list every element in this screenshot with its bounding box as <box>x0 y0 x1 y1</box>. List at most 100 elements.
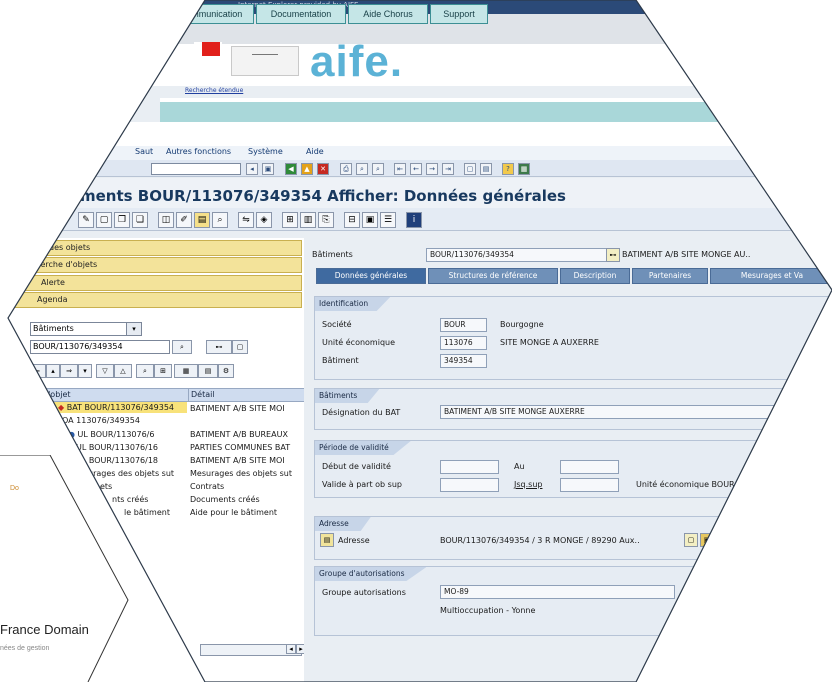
hierarchy-icon[interactable]: ⊟ <box>344 212 360 228</box>
menu-aide[interactable]: Aide <box>306 147 324 156</box>
structure-icon[interactable]: ⊞ <box>282 212 298 228</box>
table-row[interactable]: le bâtiment <box>124 507 170 518</box>
cancel-icon[interactable]: ✕ <box>317 163 329 175</box>
column-header-object[interactable]: m de l'objet <box>8 388 210 402</box>
nav-object-list[interactable]: des objets <box>8 240 302 256</box>
next-page-icon[interactable]: → <box>426 163 438 175</box>
au-label: Au <box>514 462 525 471</box>
list-icon[interactable]: ☰ <box>380 212 396 228</box>
tab-structures-reference[interactable]: Structures de référence <box>428 268 558 284</box>
table-button[interactable]: ▦ <box>174 364 198 378</box>
glasses-button[interactable]: ⊷ <box>206 340 232 354</box>
au-field[interactable] <box>560 460 619 474</box>
find-object-button[interactable]: ⌕ <box>172 340 192 354</box>
layout-icon[interactable]: ▦ <box>518 163 530 175</box>
table-row-selected[interactable]: ◆ BAT BOUR/113076/349354 <box>8 402 187 413</box>
batiment-field[interactable]: 349354 <box>440 354 487 368</box>
valide-part-field[interactable] <box>440 478 499 492</box>
command-field[interactable] <box>151 163 241 175</box>
address-detail-icon[interactable]: ▣ <box>700 533 714 547</box>
copy-icon[interactable]: ❐ <box>114 212 130 228</box>
debut-validite-field[interactable] <box>440 460 499 474</box>
tab-donnees-generales[interactable]: Données générales <box>316 268 426 284</box>
copy-ref-icon[interactable]: ❏ <box>132 212 148 228</box>
nav-alert[interactable]: Alerte <box>8 275 302 291</box>
groupe-autorisations-field[interactable]: MO-89 <box>440 585 675 599</box>
last-page-icon[interactable]: ⇥ <box>442 163 454 175</box>
find-next-icon[interactable]: ⌕ <box>372 163 384 175</box>
menu-saut[interactable]: Saut <box>135 147 153 156</box>
scroll-left-icon[interactable]: ◂ <box>286 644 296 654</box>
glasses-icon[interactable]: ⊷ <box>606 248 620 262</box>
prev-page-icon[interactable]: ← <box>410 163 422 175</box>
nav-object-search[interactable]: cherche d'objets <box>8 257 302 273</box>
tab-partenaires[interactable]: Partenaires <box>632 268 708 284</box>
nav-tab-support[interactable]: Support <box>430 4 488 24</box>
forward-nav-button[interactable]: ⇒ <box>60 364 78 378</box>
societe-field[interactable]: BOUR <box>440 318 487 332</box>
table-cell-detail: Documents créés <box>190 495 260 504</box>
batiments-title: Bâtiments <box>315 389 380 403</box>
help-icon[interactable]: ? <box>502 163 514 175</box>
map-icon[interactable]: ◈ <box>256 212 272 228</box>
save-icon[interactable]: ▣ <box>262 163 274 175</box>
new-object-button[interactable]: ▢ <box>232 340 248 354</box>
menu-systeme[interactable]: Système <box>248 147 283 156</box>
new-session-icon[interactable]: ▢ <box>464 163 476 175</box>
attachment-icon[interactable]: ⎘ <box>318 212 334 228</box>
sort-button[interactable]: △ <box>114 364 132 378</box>
search-extended-link[interactable]: Recherche étendue <box>185 87 243 94</box>
layout-button[interactable]: ▤ <box>198 364 218 378</box>
create-icon[interactable]: ▢ <box>96 212 112 228</box>
nav-tab-aide-chorus[interactable]: Aide Chorus <box>348 4 428 24</box>
note-icon[interactable]: ▤ <box>194 212 210 228</box>
object-link-icon[interactable]: ⇋ <box>238 212 254 228</box>
back-nav-button[interactable]: ⇐ <box>28 364 46 378</box>
binoculars-button[interactable]: ⌕ <box>136 364 154 378</box>
object-type-select[interactable]: Bâtiments ▾ <box>30 322 142 336</box>
table-row[interactable]: UL BOUR/113076/18 <box>76 455 158 466</box>
table-row[interactable]: OA 113076/349354 <box>62 415 140 426</box>
designation-field[interactable]: BATIMENT A/B SITE MONGE AUXERRE <box>440 405 785 419</box>
unite-economique-field[interactable]: 113076 <box>440 336 487 350</box>
object-id-input[interactable]: BOUR/113076/349354 <box>30 340 170 354</box>
back-icon[interactable]: ◀ <box>285 163 297 175</box>
jsq-sup-field[interactable] <box>560 478 619 492</box>
first-page-icon[interactable]: ⇤ <box>394 163 406 175</box>
filter-button[interactable]: ▽ <box>96 364 114 378</box>
nav-agenda[interactable]: Agenda <box>8 292 302 308</box>
edit-icon[interactable]: ✎ <box>78 212 94 228</box>
overview-icon[interactable]: ▣ <box>362 212 378 228</box>
nav-tab-documentation[interactable]: Documentation <box>256 4 346 24</box>
nav-tab-communication[interactable]: Communication <box>168 4 254 24</box>
column-header-detail[interactable]: Détail <box>188 388 306 402</box>
shortcut-icon[interactable]: ▤ <box>480 163 492 175</box>
table-row[interactable]: UL BOUR/113076/16 <box>76 442 158 453</box>
table-row[interactable]: nts créés <box>112 494 148 505</box>
table-cell-detail: Aide pour le bâtiment <box>190 508 278 517</box>
info-icon[interactable]: i <box>406 212 422 228</box>
down-nav-button[interactable]: ▾ <box>78 364 92 378</box>
exit-icon[interactable]: ▲ <box>301 163 313 175</box>
display-icon[interactable]: ◫ <box>158 212 174 228</box>
up-nav-button[interactable]: ▴ <box>46 364 60 378</box>
table-row[interactable]: urages des objets sut <box>88 468 174 479</box>
table-row[interactable]: ● UL BOUR/113076/6 <box>68 429 154 440</box>
table-cell-detail: BATIMENT A/B SITE MOI <box>190 456 285 465</box>
document-icon[interactable]: ▥ <box>300 212 316 228</box>
tree-button[interactable]: ⊞ <box>154 364 172 378</box>
print-icon[interactable]: ⎙ <box>340 163 352 175</box>
portal-nav <box>160 98 832 122</box>
address-icon[interactable]: ▤ <box>320 533 334 547</box>
tab-description[interactable]: Description <box>560 268 630 284</box>
change-icon[interactable]: ✐ <box>176 212 192 228</box>
search-icon[interactable]: ⌕ <box>212 212 228 228</box>
find-icon[interactable]: ⌕ <box>356 163 368 175</box>
address-edit-icon[interactable]: ▢ <box>684 533 698 547</box>
tab-mesurages[interactable]: Mesurages et Va <box>710 268 832 284</box>
header-object-field[interactable]: BOUR/113076/349354 <box>426 248 607 262</box>
enter-icon[interactable]: ◂ <box>246 163 258 175</box>
table-row[interactable]: ets <box>100 481 112 492</box>
menu-autres-fonctions[interactable]: Autres fonctions <box>166 147 231 156</box>
settings-button[interactable]: ⚙ <box>218 364 234 378</box>
